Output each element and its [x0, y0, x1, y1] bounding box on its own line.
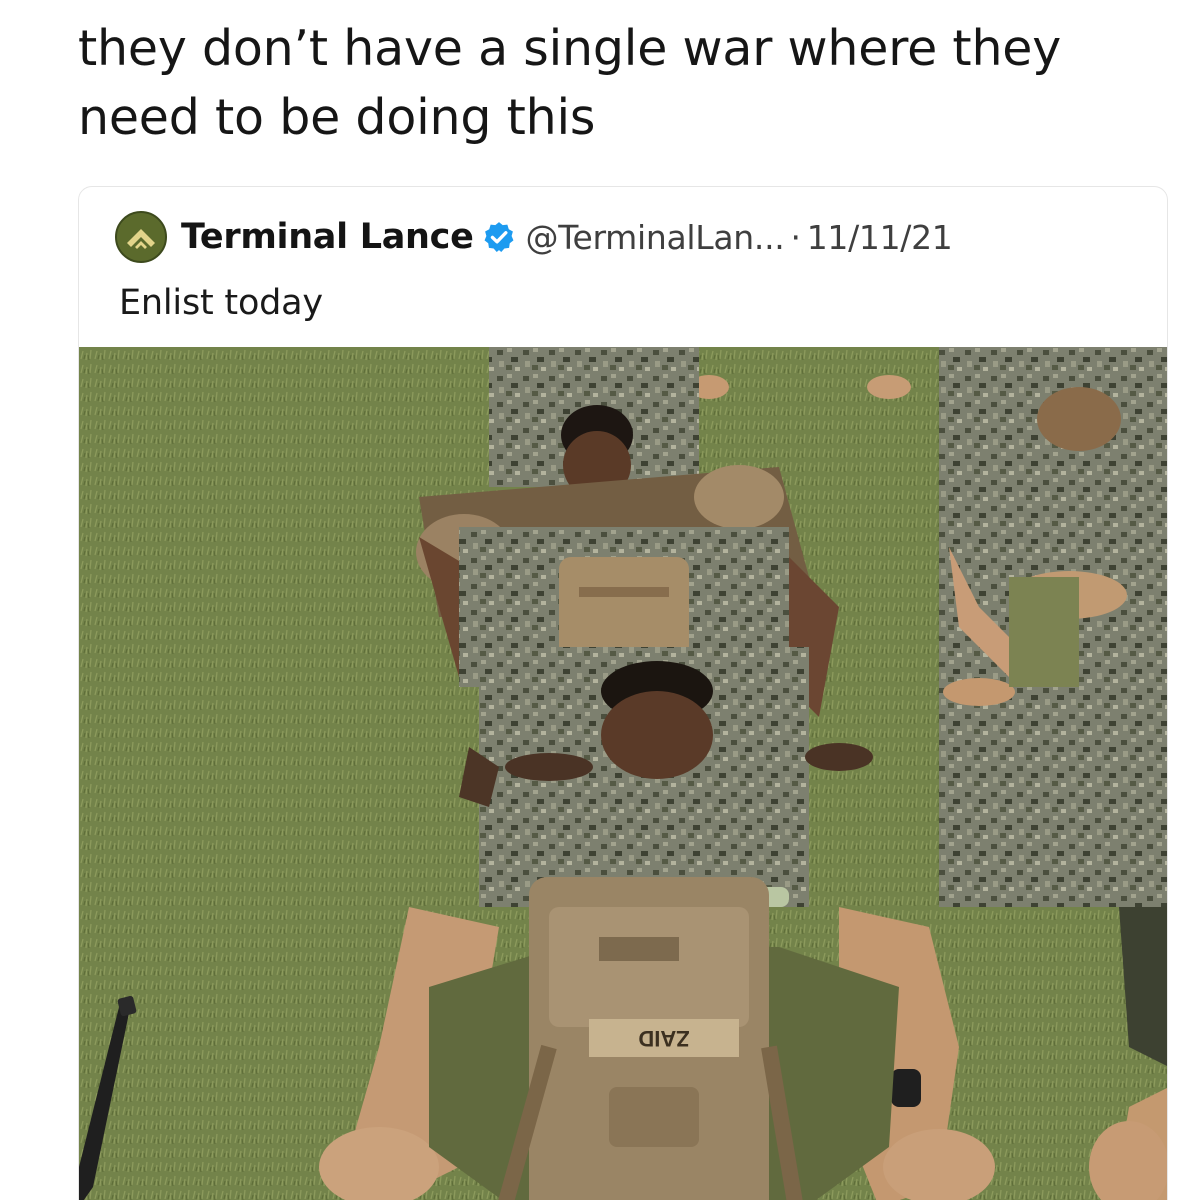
tweet-photo[interactable]: ZAID: [79, 347, 1167, 1200]
handle[interactable]: @TerminalLan...: [526, 218, 785, 257]
verified-badge-icon: [484, 222, 513, 253]
tweet-header: Terminal Lance @TerminalLan... · 11/11/2…: [115, 211, 953, 263]
display-name[interactable]: Terminal Lance: [181, 217, 474, 257]
separator-dot: ·: [790, 217, 801, 257]
name-tape: ZAID: [638, 1026, 689, 1051]
embedded-tweet-card[interactable]: Terminal Lance @TerminalLan... · 11/11/2…: [78, 186, 1168, 1200]
photo-illustration: ZAID: [79, 347, 1167, 1200]
tweet-date[interactable]: 11/11/21: [807, 218, 953, 257]
tweet-text: Enlist today: [119, 283, 323, 323]
avatar[interactable]: [115, 211, 167, 263]
meme-post: they don’t have a single war where they …: [0, 0, 1200, 1200]
lance-corporal-chevron-icon: [127, 229, 155, 249]
meme-caption: they don’t have a single war where they …: [78, 20, 1062, 146]
